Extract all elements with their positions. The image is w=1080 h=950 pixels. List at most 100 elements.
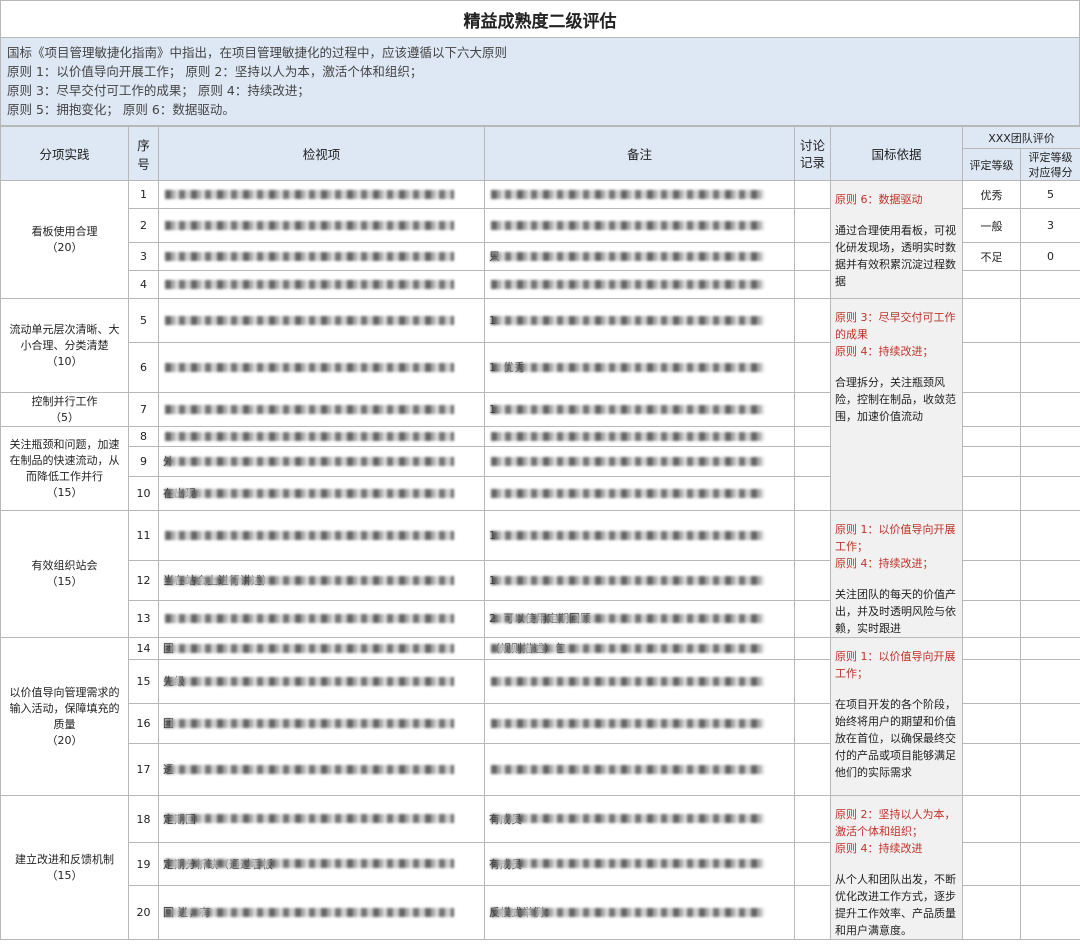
- discuss-cell[interactable]: [794, 842, 831, 887]
- header-category: 分项实践: [0, 126, 129, 181]
- inspection-item: [158, 509, 485, 562]
- grade-cell[interactable]: [962, 842, 1021, 887]
- basis-cell: 原则 1：以价值导向开展工作； 在项目开发的各个阶段，始终将用户的期望和价值放在首…: [830, 637, 963, 796]
- grade-cell[interactable]: 优秀: [962, 180, 1021, 209]
- table-row: 看板使用合理 （20） 1 原则 6：数据驱动 通过合理使用看板，可视化研发现场，透明实…: [0, 180, 1080, 299]
- grade-score-cell[interactable]: [1019, 342, 1080, 393]
- discuss-cell[interactable]: [794, 560, 831, 601]
- grade-score-cell[interactable]: [1019, 659, 1080, 704]
- grade-score-cell[interactable]: [1019, 446, 1080, 477]
- discuss-cell[interactable]: [794, 476, 831, 511]
- category-label: 看板使用合理: [31, 224, 98, 238]
- grade-cell[interactable]: [962, 270, 1021, 299]
- category-cell: 看板使用合理 （20）: [0, 180, 129, 299]
- category-label: 控制并行工作: [31, 394, 98, 408]
- discuss-cell[interactable]: [794, 270, 831, 299]
- grade-cell[interactable]: [962, 446, 1021, 477]
- grade-cell[interactable]: [962, 743, 1021, 796]
- grade-cell[interactable]: [962, 509, 1021, 562]
- category-cell: 控制并行工作 （5）: [0, 392, 129, 427]
- discuss-cell[interactable]: [794, 342, 831, 393]
- grade-cell[interactable]: [962, 392, 1021, 427]
- note-cell: [484, 180, 795, 209]
- category-label: 流动单元层次清晰、大小合理、分类清楚: [9, 322, 120, 352]
- grade-score-cell[interactable]: [1019, 509, 1080, 562]
- category-cell: 有效组织站会 （15）: [0, 510, 129, 638]
- discuss-cell[interactable]: [794, 426, 831, 447]
- inspection-item: [158, 342, 485, 393]
- grade-score-cell[interactable]: [1019, 842, 1080, 887]
- note-cell: 有成员: [484, 842, 795, 887]
- inspection-item: 定期分析缺（通过看板: [158, 842, 485, 887]
- discuss-cell[interactable]: [794, 392, 831, 427]
- note-cell: 1.: [484, 392, 795, 427]
- note-cell: [484, 659, 795, 704]
- discuss-cell[interactable]: [794, 298, 831, 343]
- grade-cell[interactable]: [962, 703, 1021, 744]
- header-index: 序号: [128, 126, 159, 181]
- grade-cell[interactable]: [962, 298, 1021, 343]
- grade-cell[interactable]: [962, 599, 1021, 639]
- discuss-cell[interactable]: [794, 509, 831, 562]
- grade-cell[interactable]: 一般: [962, 208, 1021, 243]
- grade-score-cell[interactable]: 0: [1019, 242, 1080, 271]
- discuss-cell[interactable]: [794, 743, 831, 796]
- principle-ref: 原则 4：持续改进: [835, 842, 923, 855]
- grade-score-cell[interactable]: 5: [1019, 180, 1080, 209]
- discuss-cell[interactable]: [794, 794, 831, 844]
- intro-line: 原则 1：以价值导向开展工作； 原则 2：坚持以人为本，激活个体和组织；: [7, 64, 423, 79]
- row-index: 15: [128, 659, 159, 704]
- grade-score-cell[interactable]: [1019, 599, 1080, 639]
- grade-cell[interactable]: [962, 476, 1021, 511]
- grade-score-cell[interactable]: [1019, 270, 1080, 299]
- discuss-cell[interactable]: [794, 599, 831, 639]
- grade-score-cell[interactable]: [1019, 560, 1080, 601]
- row-index: 7: [128, 392, 159, 427]
- note-cell: （规则描述）包: [484, 637, 795, 660]
- discuss-cell[interactable]: [794, 885, 831, 940]
- header-team-eval: XXX团队评价: [961, 126, 1080, 149]
- grade-score-cell[interactable]: [1019, 885, 1080, 940]
- grade-score-cell[interactable]: [1019, 298, 1080, 343]
- grade-cell[interactable]: [962, 560, 1021, 601]
- discuss-cell[interactable]: [794, 703, 831, 744]
- inspection-item: 定期回: [158, 794, 485, 844]
- principle-ref: 原则 6：数据驱动: [835, 193, 923, 206]
- discuss-cell[interactable]: [794, 208, 831, 243]
- assessment-table: 分项实践 序号 检视项 备注 讨论记录 国标依据 XXX团队评价 评定等级 评定…: [0, 126, 1080, 940]
- grade-score-cell[interactable]: [1019, 637, 1080, 660]
- principle-ref: 原则 1：以价值导向开展工作；: [835, 523, 956, 553]
- inspection-item: [158, 208, 485, 243]
- grade-score-cell[interactable]: 3: [1019, 208, 1080, 243]
- basis-desc: 在项目开发的各个阶段，始终将用户的期望和价值放在首位，以确保最终交付的产品或项目…: [835, 698, 956, 779]
- discuss-cell[interactable]: [794, 637, 831, 660]
- category-score: （10）: [46, 354, 83, 368]
- inspection-item: [158, 180, 485, 209]
- grade-cell[interactable]: [962, 342, 1021, 393]
- note-cell: 1. 优秀: [484, 342, 795, 393]
- header-basis: 国标依据: [830, 126, 963, 181]
- grade-cell[interactable]: [962, 794, 1021, 844]
- grade-score-cell[interactable]: [1019, 476, 1080, 511]
- grade-cell[interactable]: [962, 426, 1021, 447]
- discuss-cell[interactable]: [794, 446, 831, 477]
- table-row: 有效组织站会 （15） 11 1. 原则 1：以价值导向开展工作； 原则 4：持续改进； 关…: [0, 509, 1080, 638]
- grade-score-cell[interactable]: [1019, 392, 1080, 427]
- grade-cell[interactable]: [962, 659, 1021, 704]
- grade-cell[interactable]: [962, 637, 1021, 660]
- inspection-item: [158, 298, 485, 343]
- grade-score-cell[interactable]: [1019, 426, 1080, 447]
- discuss-cell[interactable]: [794, 242, 831, 271]
- discuss-cell[interactable]: [794, 659, 831, 704]
- grade-score-cell[interactable]: [1019, 703, 1080, 744]
- grade-cell[interactable]: [962, 885, 1021, 940]
- table-row: 流动单元层次清晰、大小合理、分类清楚 （10） 5 1. 原则 3：尽早交付可工作的成果…: [0, 298, 1080, 511]
- grade-score-cell[interactable]: [1019, 794, 1080, 844]
- category-label: 建立改进和反馈机制: [15, 852, 114, 866]
- header-grade-score: 评定等级对应得分: [1019, 148, 1080, 181]
- principle-ref: 原则 1：以价值导向开展工作；: [835, 650, 956, 680]
- inspection-item: 透: [158, 743, 485, 796]
- discuss-cell[interactable]: [794, 180, 831, 209]
- grade-score-cell[interactable]: [1019, 743, 1080, 796]
- grade-cell[interactable]: 不足: [962, 242, 1021, 271]
